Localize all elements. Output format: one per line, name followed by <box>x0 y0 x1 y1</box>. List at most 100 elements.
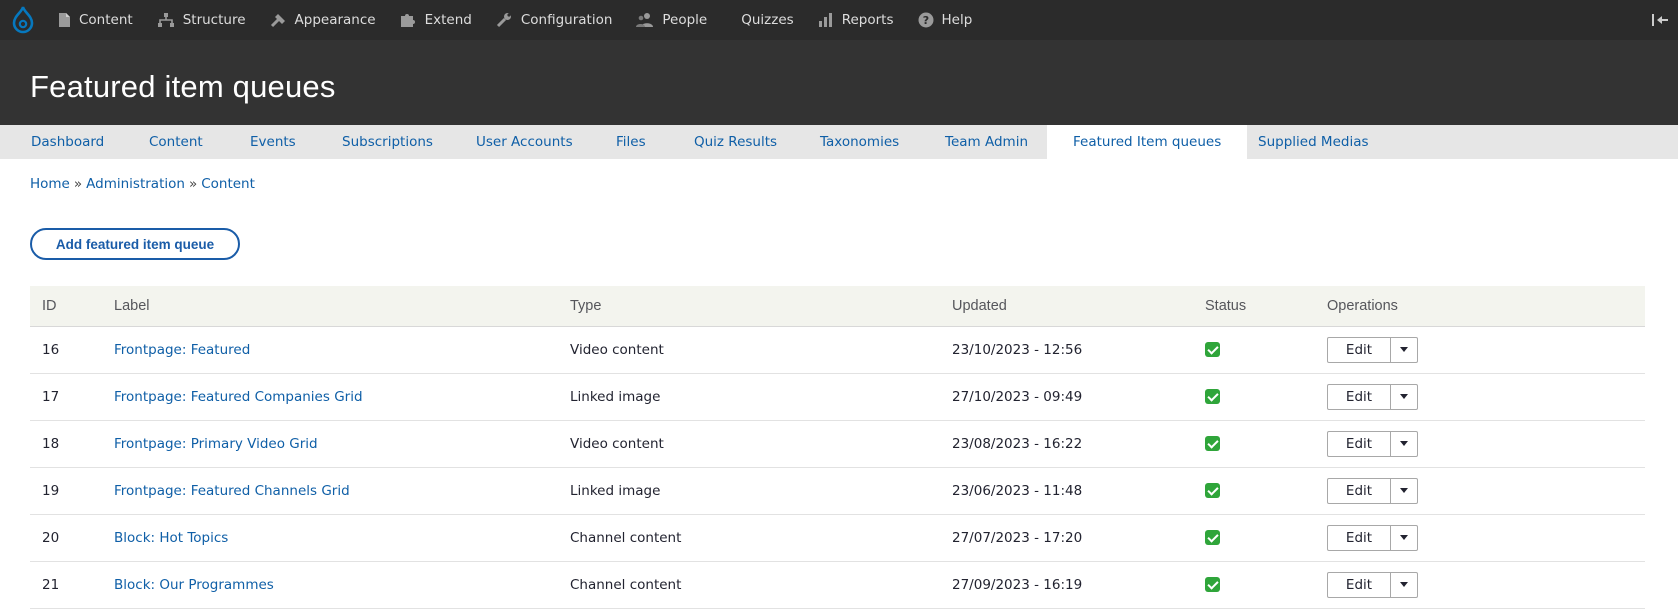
table-row: 17 Frontpage: Featured Companies Grid Link… <box>30 373 1645 421</box>
cell-type: Linked image <box>558 467 940 515</box>
cell-id: 18 <box>30 420 102 468</box>
tab-events[interactable]: Events <box>250 125 296 159</box>
edit-button[interactable]: Edit <box>1328 525 1391 550</box>
status-check-icon <box>1205 389 1220 404</box>
breadcrumb: Home» Administration» Content <box>30 176 255 192</box>
tab-files[interactable]: Files <box>616 125 646 159</box>
operations-toggle-button[interactable] <box>1391 385 1417 409</box>
tab-featured-item-queues[interactable]: Featured Item queues <box>1047 125 1248 159</box>
cell-operations: Edit <box>1315 373 1645 421</box>
column-header-operations: Operations <box>1315 286 1645 327</box>
breadcrumb-separator: » <box>73 176 83 192</box>
table-row: 19 Frontpage: Featured Channels Grid Linke… <box>30 467 1645 515</box>
add-featured-item-queue-button[interactable]: Add featured item queue <box>30 228 240 260</box>
cell-id: 19 <box>30 467 102 515</box>
primary-tabs: Dashboard Content Events Subscriptions U… <box>0 125 1678 159</box>
page-title: Featured item queues <box>30 69 336 104</box>
toolbar-structure[interactable]: Structure <box>145 0 258 40</box>
column-header-label[interactable]: Label <box>102 286 558 327</box>
cell-updated: 23/08/2023 - 16:22 <box>940 420 1193 468</box>
toolbar-content-label: Content <box>79 12 133 28</box>
help-icon: ? <box>918 12 933 28</box>
table-row: 20 Block: Hot Topics Channel content 27/07/… <box>30 514 1645 562</box>
column-header-id[interactable]: ID <box>30 286 102 327</box>
queue-label-link[interactable]: Frontpage: Primary Video Grid <box>114 436 318 452</box>
toolbar-appearance[interactable]: Appearance <box>258 0 388 40</box>
operations-toggle-button[interactable] <box>1391 432 1417 456</box>
edit-button[interactable]: Edit <box>1328 384 1391 409</box>
toolbar-reports[interactable]: Reports <box>806 0 906 40</box>
page-header: Featured item queues <box>0 40 1678 125</box>
operations-toggle-button[interactable] <box>1391 573 1417 597</box>
tab-subscriptions[interactable]: Subscriptions <box>342 125 433 159</box>
operations-dropbutton: Edit <box>1327 336 1418 363</box>
toolbar-extend[interactable]: Extend <box>388 0 484 40</box>
chevron-down-icon <box>1400 441 1408 446</box>
cell-updated: 27/07/2023 - 17:20 <box>940 514 1193 562</box>
cell-label: Block: Hot Topics <box>102 514 558 562</box>
column-header-status[interactable]: Status <box>1193 286 1315 327</box>
cell-label: Frontpage: Primary Video Grid <box>102 420 558 468</box>
queue-label-link[interactable]: Block: Hot Topics <box>114 530 228 546</box>
toolbar-content[interactable]: Content <box>46 0 145 40</box>
structure-icon <box>157 13 174 27</box>
bar-chart-icon <box>818 13 832 27</box>
toolbar-help[interactable]: ? Help <box>906 0 985 40</box>
operations-dropbutton: Edit <box>1327 571 1418 598</box>
edit-button[interactable]: Edit <box>1328 337 1391 362</box>
table-row: 16 Frontpage: Featured Video content 23/10/… <box>30 326 1645 374</box>
cell-status <box>1193 514 1315 562</box>
queue-label-link[interactable]: Frontpage: Featured <box>114 342 250 358</box>
chevron-down-icon <box>1400 582 1408 587</box>
svg-text:?: ? <box>922 14 928 27</box>
operations-toggle-button[interactable] <box>1391 479 1417 503</box>
chevron-down-icon <box>1400 488 1408 493</box>
operations-dropbutton: Edit <box>1327 383 1418 410</box>
tab-quiz-results[interactable]: Quiz Results <box>694 125 777 159</box>
breadcrumb-home[interactable]: Home <box>30 176 70 192</box>
wrench-icon <box>496 13 511 28</box>
drupal-logo-icon[interactable] <box>0 0 46 40</box>
operations-dropbutton: Edit <box>1327 524 1418 551</box>
cell-updated: 27/09/2023 - 16:19 <box>940 561 1193 609</box>
tab-user-accounts[interactable]: User Accounts <box>476 125 573 159</box>
edit-button[interactable]: Edit <box>1328 478 1391 503</box>
toolbar-people[interactable]: People <box>624 0 719 40</box>
file-icon <box>59 13 70 27</box>
queue-label-link[interactable]: Block: Our Programmes <box>114 577 274 593</box>
cell-label: Block: Our Programmes <box>102 561 558 609</box>
column-header-type[interactable]: Type <box>558 286 940 327</box>
toolbar-structure-label: Structure <box>182 12 246 28</box>
status-check-icon <box>1205 530 1220 545</box>
toolbar-configuration[interactable]: Configuration <box>484 0 625 40</box>
status-check-icon <box>1205 577 1220 592</box>
queue-label-link[interactable]: Frontpage: Featured Companies Grid <box>114 389 363 405</box>
chevron-down-icon <box>1400 394 1408 399</box>
queue-label-link[interactable]: Frontpage: Featured Channels Grid <box>114 483 350 499</box>
tab-team-admin[interactable]: Team Admin <box>945 125 1028 159</box>
toolbar-quizzes-label: Quizzes <box>741 12 794 28</box>
toolbar-orientation-toggle-icon[interactable] <box>1650 10 1670 30</box>
cell-type: Linked image <box>558 373 940 421</box>
edit-button[interactable]: Edit <box>1328 572 1391 597</box>
table-row: 18 Frontpage: Primary Video Grid Video con… <box>30 420 1645 468</box>
breadcrumb-administration[interactable]: Administration <box>86 176 185 192</box>
table-header-row: ID Label Type Updated Status Operations <box>30 286 1645 327</box>
tab-supplied-medias[interactable]: Supplied Medias <box>1258 125 1369 159</box>
toolbar-extend-label: Extend <box>424 12 472 28</box>
cell-operations: Edit <box>1315 326 1645 374</box>
toolbar-people-label: People <box>662 12 708 28</box>
cell-status <box>1193 467 1315 515</box>
column-header-updated[interactable]: Updated <box>940 286 1193 327</box>
tab-dashboard[interactable]: Dashboard <box>31 125 104 159</box>
status-check-icon <box>1205 436 1220 451</box>
cell-operations: Edit <box>1315 514 1645 562</box>
toolbar-quizzes[interactable]: Quizzes <box>719 0 805 40</box>
cell-status <box>1193 326 1315 374</box>
operations-toggle-button[interactable] <box>1391 526 1417 550</box>
tab-taxonomies[interactable]: Taxonomies <box>820 125 899 159</box>
breadcrumb-content[interactable]: Content <box>201 176 255 192</box>
operations-toggle-button[interactable] <box>1391 338 1417 362</box>
tab-content[interactable]: Content <box>149 125 203 159</box>
edit-button[interactable]: Edit <box>1328 431 1391 456</box>
